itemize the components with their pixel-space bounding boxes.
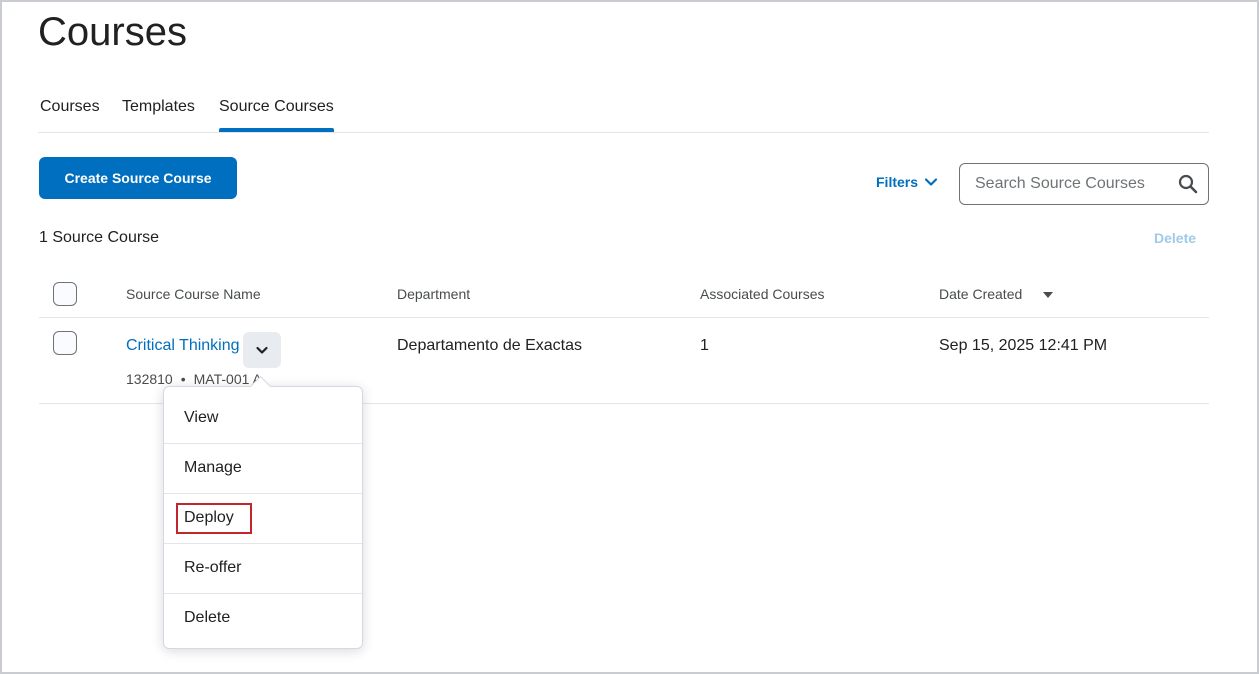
menu-item-deploy[interactable]: Deploy — [164, 493, 362, 543]
column-header-associated-courses[interactable]: Associated Courses — [700, 286, 825, 302]
select-all-checkbox[interactable] — [53, 282, 77, 306]
column-header-date-created-label: Date Created — [939, 286, 1023, 302]
tab-bar: Courses Templates Source Courses — [38, 94, 1209, 133]
filters-button[interactable]: Filters — [876, 174, 938, 190]
separator-dot: • — [180, 371, 186, 387]
date-created-cell: Sep 15, 2025 12:41 PM — [939, 337, 1108, 354]
course-id: 132810 — [126, 371, 173, 387]
department-cell: Departamento de Exactas — [397, 337, 582, 354]
filters-label: Filters — [876, 174, 919, 190]
menu-item-delete[interactable]: Delete — [164, 593, 362, 643]
associated-courses-cell: 1 — [700, 337, 709, 354]
menu-item-manage[interactable]: Manage — [164, 443, 362, 493]
row-actions-menu: View Manage Deploy Re-offer Delete — [163, 386, 363, 649]
chevron-down-icon — [256, 346, 268, 354]
column-header-source-course-name[interactable]: Source Course Name — [126, 286, 261, 302]
course-name-link[interactable]: Critical Thinking — [126, 337, 240, 355]
tab-courses[interactable]: Courses — [40, 94, 100, 132]
column-header-department[interactable]: Department — [397, 286, 470, 302]
course-meta: 132810 • MAT-001 A — [126, 371, 262, 387]
row-actions-button[interactable] — [243, 332, 281, 368]
menu-item-re-offer[interactable]: Re-offer — [164, 543, 362, 593]
header-divider — [39, 317, 1209, 318]
delete-button[interactable]: Delete — [1154, 230, 1196, 246]
menu-item-view[interactable]: View — [164, 393, 362, 443]
create-source-course-button[interactable]: Create Source Course — [39, 157, 237, 199]
chevron-down-icon — [924, 178, 938, 186]
search-input[interactable] — [961, 165, 1161, 203]
tab-templates[interactable]: Templates — [122, 94, 195, 132]
sort-descending-icon — [1043, 292, 1054, 299]
result-count: 1 Source Course — [39, 229, 160, 246]
page-title: Courses — [38, 10, 187, 54]
search-box — [959, 163, 1209, 205]
tab-source-courses[interactable]: Source Courses — [219, 94, 334, 132]
row-checkbox[interactable] — [53, 331, 77, 355]
column-header-date-created[interactable]: Date Created — [939, 286, 1054, 302]
search-icon[interactable] — [1178, 174, 1198, 194]
